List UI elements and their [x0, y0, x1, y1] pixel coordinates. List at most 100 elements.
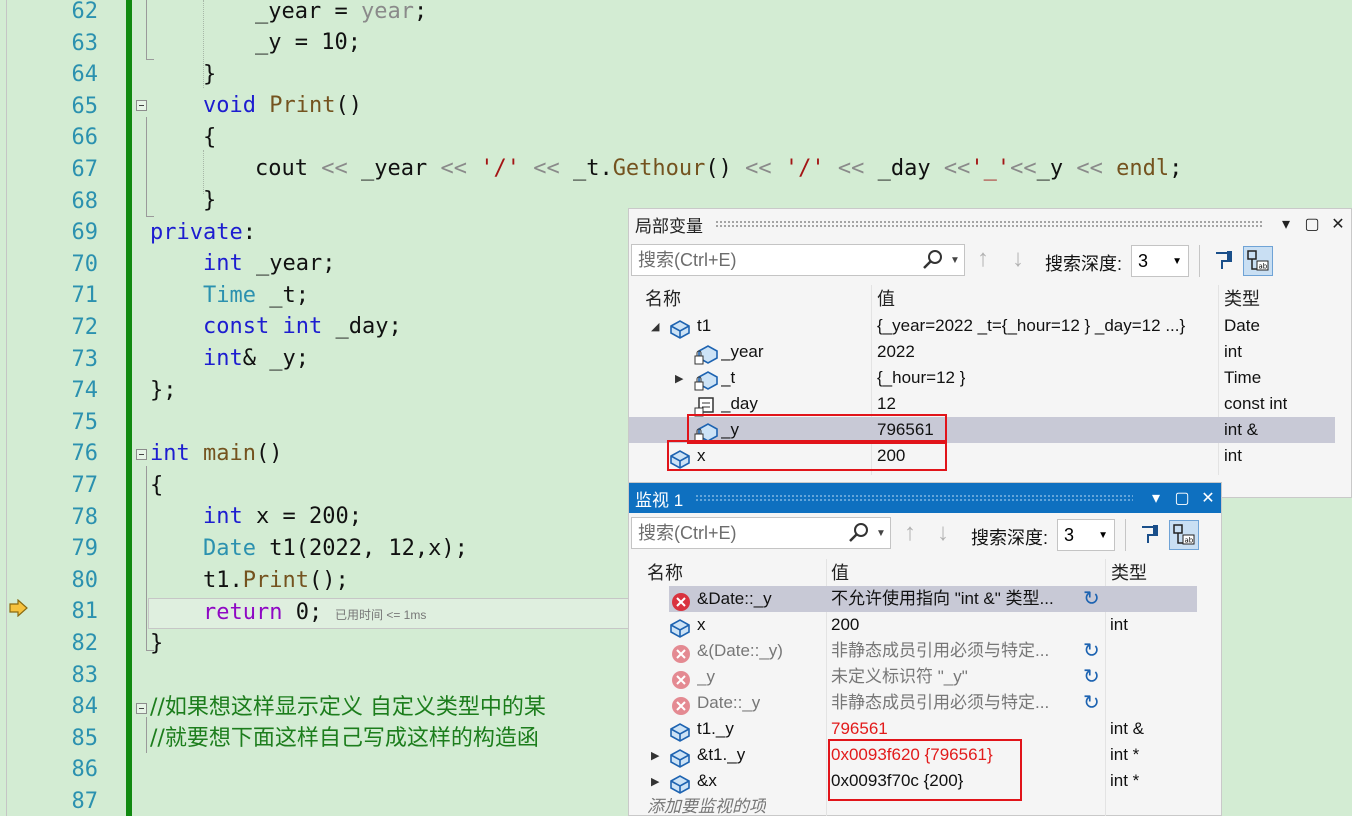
collapse-button[interactable]	[136, 100, 147, 111]
watch-search-input[interactable]	[632, 519, 848, 547]
refresh-icon[interactable]: ↻	[1083, 690, 1100, 716]
search-previous-icon[interactable]: ↑	[977, 245, 989, 273]
code-line-85[interactable]: //就要想下面这样自己写成这样的构造函	[150, 723, 539, 754]
watch-row-selected[interactable]: &Date::_y 不允许使用指向 "int &" 类型... ↻	[669, 586, 1197, 612]
watch-titlebar[interactable]: 监视 1 ▾ ▢ ✕	[629, 483, 1221, 513]
watch-value[interactable]: 200	[831, 612, 859, 638]
code-token: int	[203, 504, 243, 529]
view-hex-icon[interactable]: ab	[1169, 520, 1199, 550]
pin-icon[interactable]	[1135, 520, 1165, 550]
variable-value[interactable]: {_hour=12 }	[877, 365, 965, 391]
drag-grip[interactable]	[715, 220, 1263, 228]
locals-row[interactable]: _year 2022 int	[629, 339, 1335, 365]
watch-value[interactable]: 未定义标识符 "_y"	[831, 664, 1081, 690]
watch-row[interactable]: x 200 int	[669, 612, 1197, 638]
view-hex-icon[interactable]: ab	[1243, 246, 1273, 276]
variable-value[interactable]: {_year=2022 _t={_hour=12 } _day=12 ...}	[877, 313, 1207, 339]
code-line-81[interactable]: return 0;	[203, 597, 322, 628]
collapse-button[interactable]	[136, 703, 147, 714]
expand-arrow-icon[interactable]: ▶	[675, 372, 683, 385]
search-icon[interactable]	[848, 522, 870, 544]
collapse-button[interactable]	[136, 449, 147, 460]
code-line-73[interactable]: int& _y;	[203, 343, 309, 374]
maximize-icon[interactable]: ▢	[1169, 485, 1195, 511]
code-token: ();	[308, 568, 349, 593]
locals-row[interactable]: ◢ t1 {_year=2022 _t={_hour=12 } _day=12 …	[629, 313, 1335, 339]
column-header-type[interactable]: 类型	[1111, 559, 1147, 585]
code-line-77[interactable]: {	[150, 470, 163, 501]
column-header-value[interactable]: 值	[877, 285, 895, 311]
code-line-68[interactable]: }	[203, 185, 216, 216]
code-token: =	[321, 0, 361, 24]
watch-search-box[interactable]: ▼	[631, 517, 891, 549]
code-token: _y	[1036, 156, 1077, 181]
locals-window[interactable]: 局部变量 ▾ ▢ ✕ ▼ ↑ ↓ 搜索深度: 3▼ ab 名称 值 类型 ◢ t…	[628, 208, 1352, 498]
locals-titlebar[interactable]: 局部变量 ▾ ▢ ✕	[629, 209, 1351, 239]
expand-arrow-icon[interactable]: ▶	[651, 775, 659, 788]
refresh-icon[interactable]: ↻	[1083, 664, 1100, 690]
code-line-70[interactable]: int _year;	[203, 248, 335, 279]
refresh-icon[interactable]: ↻	[1083, 586, 1100, 612]
code-line-65[interactable]: void Print()	[203, 90, 362, 121]
dropdown-icon[interactable]: ▾	[1143, 485, 1169, 511]
close-icon[interactable]: ✕	[1325, 211, 1351, 237]
glyph-margin[interactable]	[0, 0, 36, 816]
line-number: 64	[71, 62, 99, 88]
code-line-66[interactable]: {	[203, 122, 216, 153]
watch-row[interactable]: Date::_y 非静态成员引用必须与特定... ↻	[669, 690, 1197, 716]
search-icon[interactable]	[922, 249, 944, 271]
search-depth-select[interactable]: 3 ▼	[1057, 519, 1115, 551]
watch-window[interactable]: 监视 1 ▾ ▢ ✕ ▼ ↑ ↓ 搜索深度: 3▼ ab 名称 值 类型 &Da…	[628, 482, 1222, 816]
code-line-84[interactable]: //如果想这样显示定义 自定义类型中的某	[150, 692, 546, 723]
code-line-71[interactable]: Time _t;	[203, 280, 309, 311]
watch-row[interactable]: &(Date::_y) 非静态成员引用必须与特定... ↻	[669, 638, 1197, 664]
outline-line	[146, 0, 147, 60]
code-line-80[interactable]: t1.Print();	[203, 565, 349, 596]
search-previous-icon[interactable]: ↑	[904, 519, 916, 547]
search-options-chevron-icon[interactable]: ▼	[876, 528, 890, 539]
refresh-icon[interactable]: ↻	[1083, 638, 1100, 664]
locals-search-box[interactable]: ▼	[631, 244, 965, 276]
close-icon[interactable]: ✕	[1195, 485, 1221, 511]
code-line-72[interactable]: const int _day;	[203, 311, 402, 342]
add-watch-placeholder[interactable]: 添加要监视的项	[647, 794, 766, 816]
code-token: int	[150, 441, 190, 466]
dropdown-icon[interactable]: ▾	[1273, 211, 1299, 237]
code-line-76[interactable]: int main()	[150, 438, 282, 469]
code-line-79[interactable]: Date t1(2022, 12,x);	[203, 533, 468, 564]
column-header-type[interactable]: 类型	[1224, 285, 1260, 311]
watch-value[interactable]: 非静态成员引用必须与特定...	[831, 638, 1081, 664]
variable-value[interactable]: 2022	[877, 339, 915, 365]
code-line-64[interactable]: }	[203, 59, 216, 90]
locals-title: 局部变量	[635, 216, 703, 236]
locals-row[interactable]: ▶ _t {_hour=12 } Time	[629, 365, 1335, 391]
code-line-67[interactable]: cout << _year << '/' << _t.Gethour() << …	[255, 153, 1182, 184]
watch-value[interactable]: 不允许使用指向 "int &" 类型...	[831, 586, 1081, 612]
column-header-name[interactable]: 名称	[647, 559, 683, 585]
code-line-82[interactable]: }	[150, 628, 163, 659]
perf-tip[interactable]: 已用时间 <= 1ms	[335, 606, 426, 623]
watch-row[interactable]: _y 未定义标识符 "_y" ↻	[669, 664, 1197, 690]
code-line-74[interactable]: };	[150, 375, 177, 406]
code-line-69[interactable]: private:	[150, 217, 256, 248]
code-token: <<	[745, 156, 772, 181]
search-next-icon[interactable]: ↓	[1012, 245, 1024, 273]
maximize-icon[interactable]: ▢	[1299, 211, 1325, 237]
code-line-63[interactable]: _y = 10;	[255, 27, 361, 58]
watch-value[interactable]: 非静态成员引用必须与特定...	[831, 690, 1081, 716]
collapse-arrow-icon[interactable]: ◢	[651, 320, 659, 333]
column-header-name[interactable]: 名称	[645, 285, 681, 311]
watch-type: int	[1110, 615, 1128, 634]
search-depth-select[interactable]: 3 ▼	[1131, 245, 1189, 277]
pin-icon[interactable]	[1209, 246, 1239, 276]
locals-search-input[interactable]	[632, 246, 922, 274]
line-number: 75	[71, 409, 99, 435]
code-token: Gethour	[612, 156, 706, 181]
expand-arrow-icon[interactable]: ▶	[651, 749, 659, 762]
code-line-62[interactable]: _year = year;	[255, 0, 427, 27]
column-header-value[interactable]: 值	[831, 559, 849, 585]
code-line-78[interactable]: int x = 200;	[203, 501, 362, 532]
search-options-chevron-icon[interactable]: ▼	[950, 255, 964, 266]
drag-grip[interactable]	[695, 494, 1133, 502]
search-next-icon[interactable]: ↓	[937, 519, 949, 547]
